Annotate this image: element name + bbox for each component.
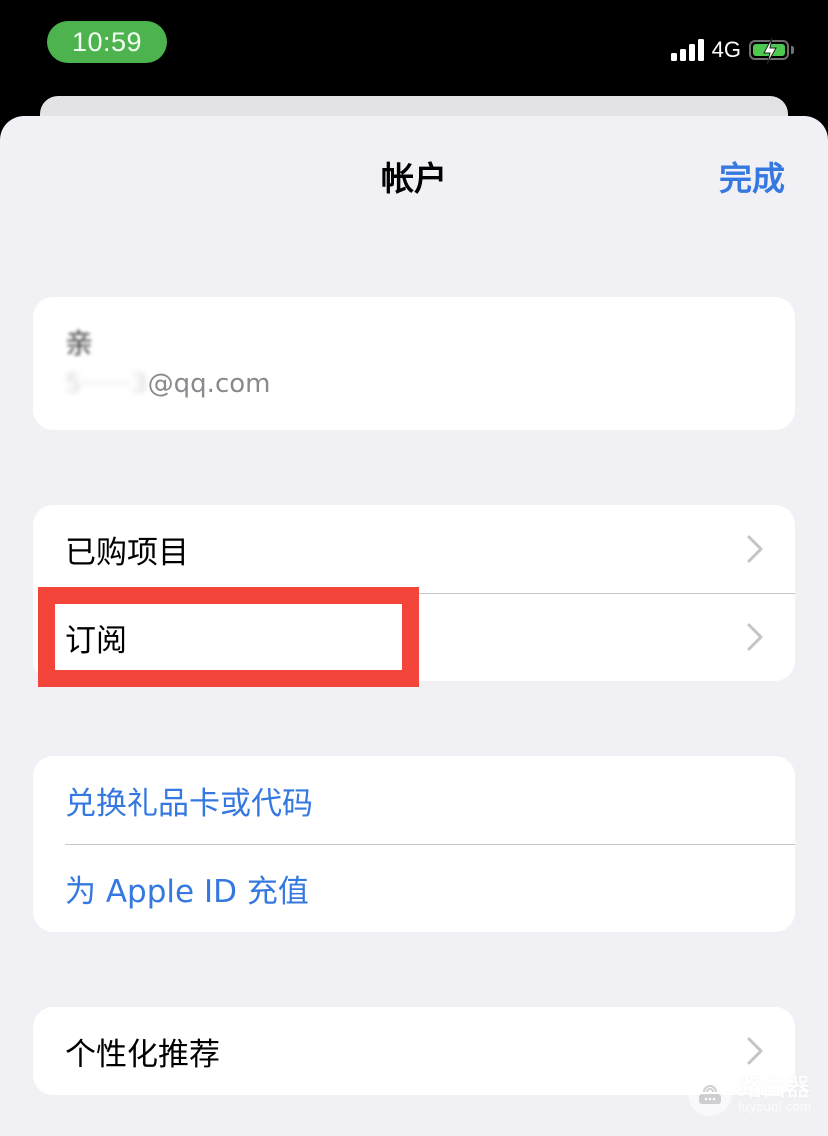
gift-card-group: 兑换礼品卡或代码 为 Apple ID 充值 [33,756,795,932]
row-label: 兑换礼品卡或代码 [65,785,313,822]
profile-card[interactable]: 亲 5······3@qq.com [33,297,795,430]
highlight-annotation-box [38,587,419,687]
row-label: 已购项目 [65,534,189,571]
status-time: 10:59 [47,21,167,63]
row-label: 个性化推荐 [65,1036,220,1073]
redeem-gift-card-link[interactable]: 兑换礼品卡或代码 [33,756,795,844]
email-suffix: @qq.com [147,369,271,399]
personalized-recommendations-row[interactable]: 个性化推荐 [33,1007,795,1095]
chevron-right-icon [747,623,763,651]
status-indicators: 4G [670,35,794,65]
row-label: 为 Apple ID 充值 [65,873,309,910]
watermark-title: 路由器 [738,1073,810,1101]
page-title: 帐户 [381,159,447,198]
chevron-right-icon [747,1037,763,1065]
profile-email: 5······3@qq.com [65,369,270,399]
purchased-items-row[interactable]: 已购项目 [33,505,795,593]
network-type: 4G [711,37,741,62]
battery-charging-icon [749,37,794,65]
watermark: 路由器 luyouqi.com [688,1072,811,1116]
cellular-signal-icon [670,39,704,61]
profile-name: 亲 [65,327,94,360]
watermark-url: luyouqi.com [738,1100,812,1114]
add-funds-link[interactable]: 为 Apple ID 充值 [33,844,795,932]
chevron-right-icon [747,535,763,563]
recommendations-group: 个性化推荐 [33,1007,795,1095]
done-button[interactable]: 完成 [719,152,785,200]
email-masked-prefix: 5······3 [65,369,148,399]
router-logo-icon [688,1072,732,1116]
